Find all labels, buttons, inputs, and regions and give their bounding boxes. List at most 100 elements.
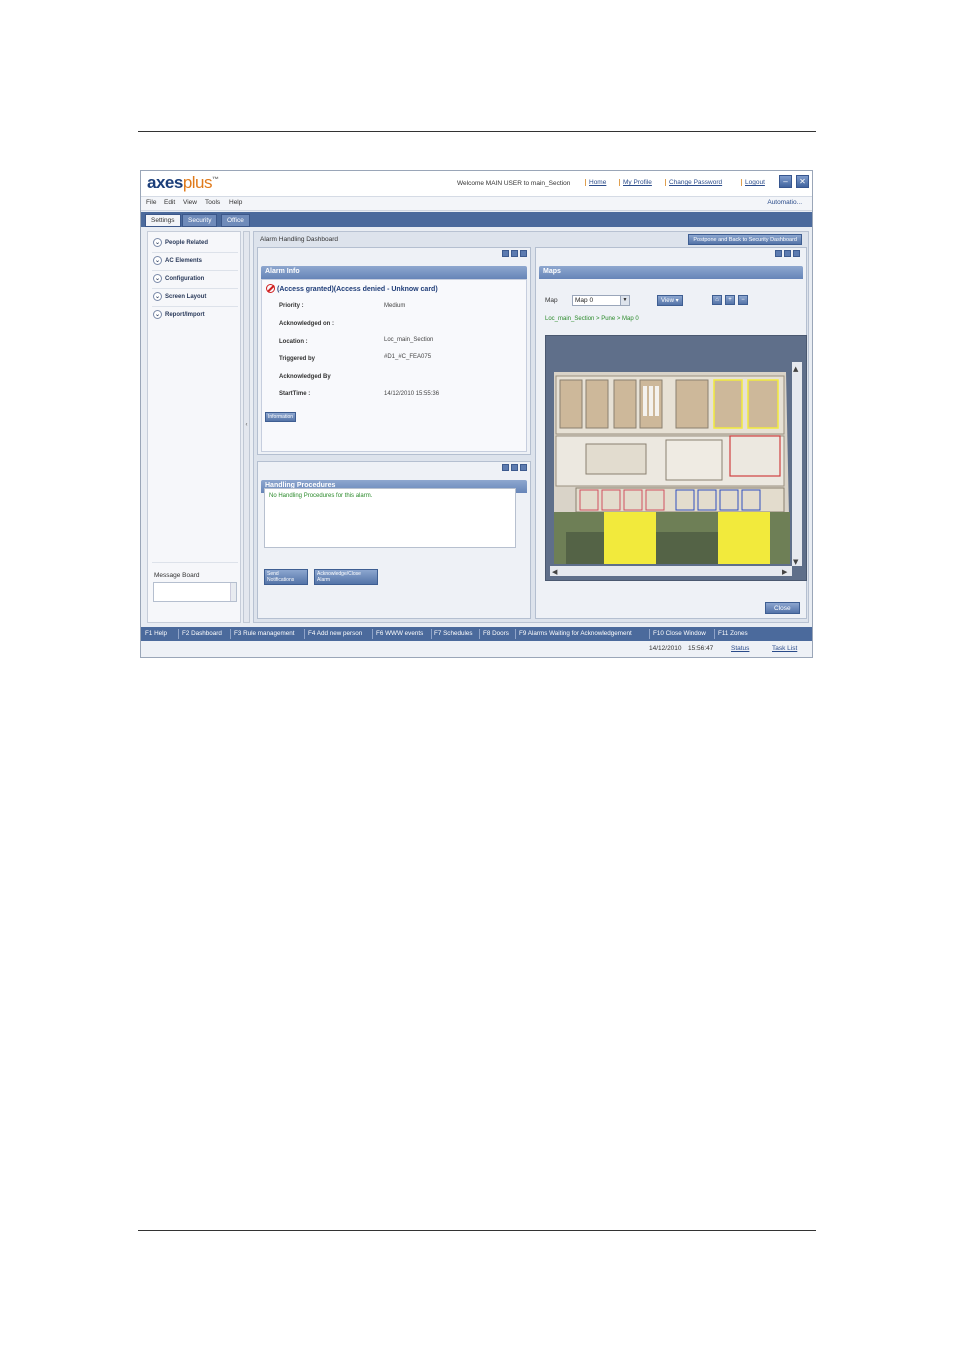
close-button[interactable]: Close <box>765 602 800 614</box>
status-date: 14/12/2010 <box>649 645 682 652</box>
panel-minimize-icon[interactable] <box>775 250 782 257</box>
fkey-divider <box>515 629 516 639</box>
function-key-bar: F1 Help F2 Dashboard F3 Rule management … <box>141 627 812 641</box>
map-select-value: Map 0 <box>575 297 594 304</box>
home-icon[interactable]: ⌂ <box>712 295 722 305</box>
fkey-alarms-waiting[interactable]: F9 Alarms Waiting for Acknowledgement <box>519 630 632 637</box>
sidebar-collapse-handle[interactable]: ‹ <box>243 231 250 623</box>
logo-text-main: axes <box>147 173 183 192</box>
tab-settings[interactable]: Settings <box>145 214 181 227</box>
start-time-label: StartTime : <box>279 391 311 397</box>
chevron-down-icon: ⌄ <box>153 256 162 265</box>
information-button[interactable]: Information <box>265 412 297 422</box>
home-link[interactable]: Home <box>585 179 606 186</box>
alarm-info-panel: Alarm Info (Access granted)(Access denie… <box>257 247 531 455</box>
location-value: Loc_main_Section <box>384 337 434 343</box>
logo-text-accent: plus <box>182 173 213 192</box>
sidebar-item-screen-layout[interactable]: ⌄ Screen Layout <box>153 292 206 304</box>
priority-value: Medium <box>384 303 406 309</box>
fkey-add-new-person[interactable]: F4 Add new person <box>308 630 362 637</box>
fkey-dashboard[interactable]: F2 Dashboard <box>182 630 222 637</box>
panel-minimize-icon[interactable] <box>502 464 509 471</box>
minimize-button[interactable]: – <box>779 175 792 188</box>
menu-file[interactable]: File <box>146 199 156 206</box>
tab-office[interactable]: Office <box>221 214 250 227</box>
triggered-by-label: Triggered by <box>279 356 316 362</box>
message-board-textarea[interactable] <box>153 582 237 602</box>
menu-view[interactable]: View <box>183 199 197 206</box>
svg-text:▲: ▲ <box>793 365 799 373</box>
chevron-down-icon: ⌄ <box>153 310 162 319</box>
sidebar-item-report-import[interactable]: ⌄ Report/Import <box>153 310 205 322</box>
task-list-link[interactable]: Task List <box>772 645 797 652</box>
sidebar-item-ac-elements[interactable]: ⌄ AC Elements <box>153 256 202 268</box>
logout-link[interactable]: Logout <box>741 179 765 186</box>
maps-panel: Maps Map Map 0 ▼ View ▾ ⌂ + − Loc_main_Se… <box>535 247 807 619</box>
status-bar: 14/12/2010 15:56:47 Status Task List <box>141 641 812 657</box>
menu-help[interactable]: Help <box>229 199 242 206</box>
menu-bar: File Edit View Tools Help Automatio... <box>141 197 812 211</box>
chevron-down-icon: ▾ <box>675 298 679 304</box>
view-button[interactable]: View ▾ <box>657 295 683 306</box>
panel-close-icon[interactable] <box>793 250 800 257</box>
fkey-divider <box>230 629 231 639</box>
sidebar-item-people-related[interactable]: ⌄ People Related <box>153 238 208 250</box>
floor-plan-map[interactable]: ▲ ▼ ◀ ▶ <box>545 335 807 581</box>
sidebar-divider <box>152 288 238 289</box>
map-select[interactable]: Map 0 ▼ <box>572 295 630 306</box>
panel-close-icon[interactable] <box>520 250 527 257</box>
send-notifications-button[interactable]: Send Notifications <box>264 569 308 585</box>
status-link[interactable]: Status <box>731 645 749 652</box>
tab-security[interactable]: Security <box>182 214 218 227</box>
postpone-button[interactable]: Postpone and Back to Security Dashboard <box>688 234 802 245</box>
handling-procedures-panel: Handling Procedures No Handling Procedur… <box>257 461 531 619</box>
panel-restore-icon[interactable] <box>511 250 518 257</box>
sidebar-item-configuration[interactable]: ⌄ Configuration <box>153 274 204 286</box>
floor-plan-image: ▲ ▼ ◀ ▶ <box>546 336 806 580</box>
status-time: 15:56:47 <box>688 645 714 652</box>
message-board-label: Message Board <box>154 572 200 579</box>
sidebar: ⌄ People Related ⌄ AC Elements ⌄ Configurat… <box>147 231 241 623</box>
fkey-divider <box>431 629 432 639</box>
svg-text:▼: ▼ <box>793 558 799 566</box>
sidebar-item-label: Report/Import <box>165 312 205 318</box>
location-label: Location : <box>279 339 308 345</box>
fkey-zones[interactable]: F11 Zones <box>718 630 748 637</box>
map-breadcrumb: Loc_main_Section > Pune > Map 0 <box>545 316 639 322</box>
sidebar-divider <box>152 562 238 563</box>
page-rule-top <box>138 131 816 132</box>
no-procedures-text: No Handling Procedures for this alarm. <box>269 493 373 499</box>
fkey-doors[interactable]: F8 Doors <box>483 630 509 637</box>
close-icon: ✕ <box>799 177 806 186</box>
app-window: axesplus™ Welcome MAIN USER to main_Sect… <box>140 170 813 658</box>
zoom-out-icon[interactable]: − <box>738 295 748 305</box>
sidebar-item-label: Screen Layout <box>165 294 207 300</box>
automation-menu[interactable]: Automatio... <box>767 199 802 206</box>
menu-tools[interactable]: Tools <box>205 199 220 206</box>
my-profile-link[interactable]: My Profile <box>619 179 652 186</box>
fkey-close-window[interactable]: F10 Close Window <box>653 630 706 637</box>
fkey-schedules[interactable]: F7 Schedules <box>434 630 473 637</box>
zoom-in-icon[interactable]: + <box>725 295 735 305</box>
close-window-button[interactable]: ✕ <box>796 175 809 188</box>
fkey-help[interactable]: F1 Help <box>145 630 167 637</box>
change-password-link[interactable]: Change Password <box>665 179 722 186</box>
menu-edit[interactable]: Edit <box>164 199 175 206</box>
panel-restore-icon[interactable] <box>784 250 791 257</box>
message-board-scrollbar[interactable] <box>230 583 236 601</box>
fkey-divider <box>178 629 179 639</box>
panel-restore-icon[interactable] <box>511 464 518 471</box>
minimize-icon: – <box>783 177 788 186</box>
fkey-divider <box>304 629 305 639</box>
panel-minimize-icon[interactable] <box>502 250 509 257</box>
fkey-rule-management[interactable]: F3 Rule management <box>234 630 295 637</box>
dashboard-title: Alarm Handling Dashboard <box>260 236 339 243</box>
fkey-www-events[interactable]: F6 WWW events <box>376 630 423 637</box>
panel-close-icon[interactable] <box>520 464 527 471</box>
acknowledge-close-alarm-button[interactable]: Acknowledge/Close Alarm <box>314 569 378 585</box>
chevron-down-icon: ⌄ <box>153 274 162 283</box>
fkey-divider <box>479 629 480 639</box>
tab-bar: Settings Security Office <box>141 212 812 227</box>
page-rule-bottom <box>138 1230 816 1231</box>
alarm-title-text: (Access granted)(Access denied - Unknow … <box>277 286 438 293</box>
